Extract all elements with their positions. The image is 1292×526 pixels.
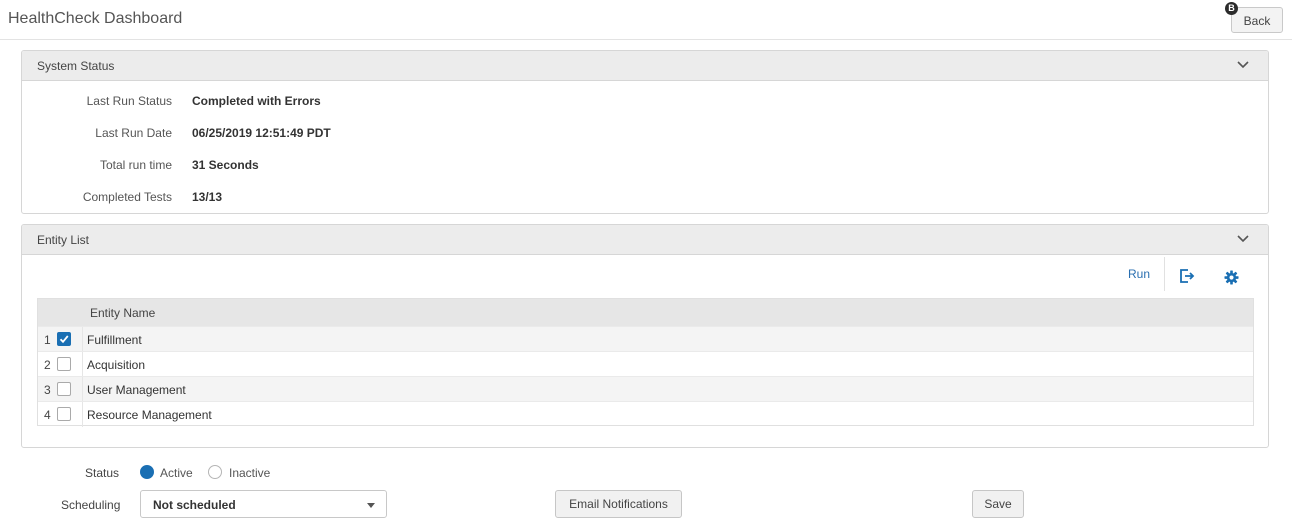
system-status-title: System Status xyxy=(37,59,115,73)
entity-name: Fulfillment xyxy=(87,333,142,347)
top-bar: HealthCheck Dashboard xyxy=(0,0,1292,40)
status-value: 13/13 xyxy=(192,190,223,204)
status-value: 06/25/2019 12:51:49 PDT xyxy=(192,126,331,140)
row-checkbox[interactable] xyxy=(57,407,71,421)
status-label: Total run time xyxy=(99,158,172,172)
status-inactive-label[interactable]: Inactive xyxy=(229,466,270,480)
row-number: 3 xyxy=(44,383,51,397)
scheduling-label: Scheduling xyxy=(61,498,121,512)
scheduling-value: Not scheduled xyxy=(153,498,236,512)
entity-name: User Management xyxy=(87,383,186,397)
entity-name: Acquisition xyxy=(87,358,146,372)
status-row-total-run-time: Total run time 31 Seconds xyxy=(22,158,622,174)
table-row[interactable]: 1 Fulfillment xyxy=(38,326,1253,352)
status-row-last-run-date: Last Run Date 06/25/2019 12:51:49 PDT xyxy=(22,126,622,142)
toolbar-divider xyxy=(1164,257,1165,291)
status-value: 31 Seconds xyxy=(192,158,259,172)
back-shortcut-badge: B xyxy=(1225,2,1238,15)
table-row[interactable]: 4 Resource Management xyxy=(38,401,1253,427)
chevron-down-icon[interactable] xyxy=(1236,60,1250,70)
status-label: Status xyxy=(85,466,120,480)
column-divider xyxy=(82,327,83,352)
status-label: Last Run Status xyxy=(86,94,172,108)
chevron-down-icon[interactable] xyxy=(1236,234,1250,244)
table-row[interactable]: 2 Acquisition xyxy=(38,351,1253,377)
row-checkbox[interactable] xyxy=(57,332,71,346)
table-header: Entity Name xyxy=(38,299,1253,326)
back-button[interactable]: Back xyxy=(1231,7,1283,33)
system-status-panel: System Status Last Run Status Completed … xyxy=(21,50,1269,214)
email-notifications-button[interactable]: Email Notifications xyxy=(555,490,682,518)
entity-list-title: Entity List xyxy=(37,233,90,247)
column-header-entity-name[interactable]: Entity Name xyxy=(90,306,155,320)
column-divider xyxy=(82,377,83,402)
save-button[interactable]: Save xyxy=(972,490,1024,518)
row-number: 4 xyxy=(44,408,51,422)
entity-table: Entity Name 1 Fulfillment 2 Acquisition … xyxy=(37,298,1254,427)
table-row[interactable]: 3 User Management xyxy=(38,376,1253,402)
system-status-header[interactable]: System Status xyxy=(22,51,1268,81)
row-checkbox[interactable] xyxy=(57,382,71,396)
scheduling-select[interactable]: Not scheduled xyxy=(140,490,387,518)
column-divider xyxy=(82,402,83,427)
status-row-completed-tests: Completed Tests 13/13 xyxy=(22,190,622,206)
row-checkbox[interactable] xyxy=(57,357,71,371)
column-divider xyxy=(82,352,83,377)
caret-down-icon xyxy=(367,503,375,508)
checkmark-icon xyxy=(59,335,69,344)
status-inactive-radio[interactable] xyxy=(208,465,222,479)
entity-name: Resource Management xyxy=(87,408,212,422)
status-active-label[interactable]: Active xyxy=(160,466,193,480)
status-value: Completed with Errors xyxy=(192,94,321,108)
row-number: 1 xyxy=(44,333,51,347)
status-row-last-run-status: Last Run Status Completed with Errors xyxy=(22,94,622,110)
entity-list-panel: Entity List Run Entity Name 1 Fulfillmen… xyxy=(21,224,1269,448)
entity-list-header[interactable]: Entity List xyxy=(22,225,1268,255)
run-button[interactable]: Run xyxy=(1128,267,1150,281)
page-title: HealthCheck Dashboard xyxy=(8,10,183,27)
status-label: Last Run Date xyxy=(95,126,172,140)
status-active-radio[interactable] xyxy=(140,465,154,479)
row-number: 2 xyxy=(44,358,51,372)
status-label: Completed Tests xyxy=(82,190,172,204)
gear-icon[interactable] xyxy=(1224,270,1239,285)
export-icon[interactable] xyxy=(1179,269,1195,283)
